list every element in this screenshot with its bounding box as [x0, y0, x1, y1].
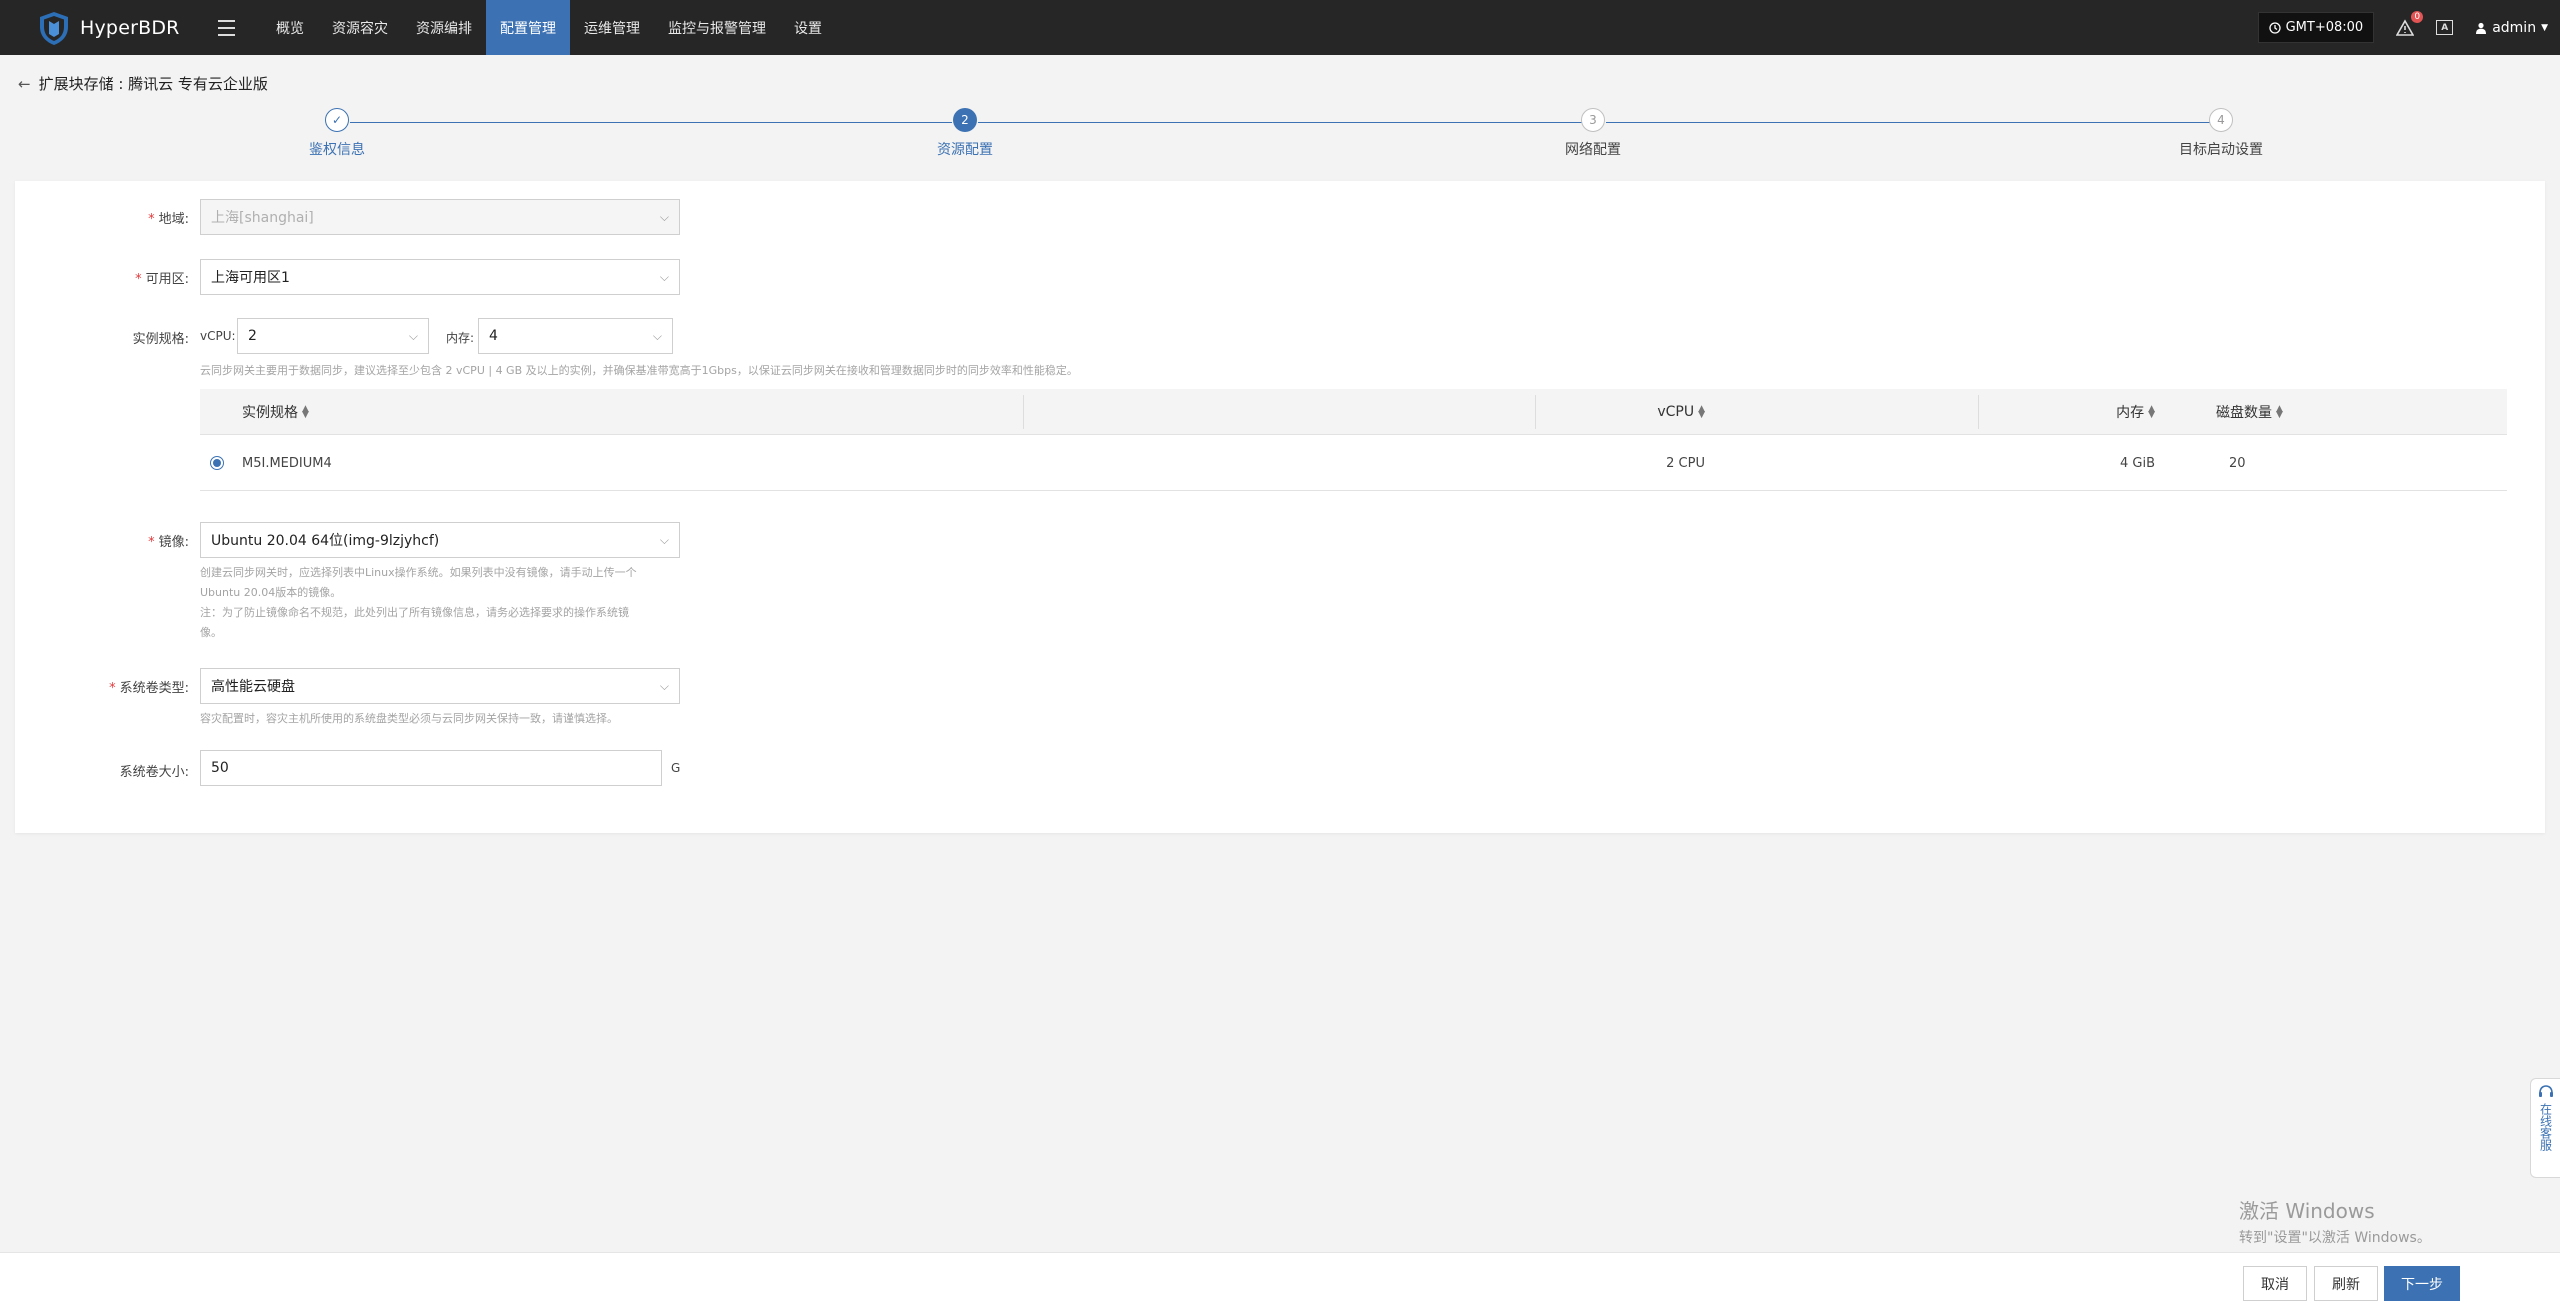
column-header-vcpu[interactable]: vCPU ▲ ▼: [1475, 389, 1705, 435]
step-connector-pending: [1606, 122, 2210, 123]
zone-label: * 可用区:: [135, 272, 189, 287]
wizard-steps: ✓ 鉴权信息 2 资源配置 3 网络配置 4 目标启动设置: [0, 108, 2560, 168]
row-radio[interactable]: [210, 456, 224, 470]
alerts-button[interactable]: 0: [2395, 10, 2424, 37]
step-label: 目标启动设置: [2179, 142, 2263, 158]
cell-spec: M5I.MEDIUM4: [242, 455, 332, 471]
step-number: 3: [1581, 108, 1605, 132]
main-nav: 概览 资源容灾 资源编排 配置管理 运维管理 监控与报警管理 设置: [262, 0, 836, 55]
clock-icon: [2268, 21, 2281, 34]
step-label: 鉴权信息: [309, 142, 365, 158]
page-title: 扩展块存储 : 腾讯云 专有云企业版: [38, 75, 268, 93]
disk-size-unit: G: [671, 761, 681, 775]
vcpu-value: 2: [248, 328, 257, 344]
disk-type-select[interactable]: 高性能云硬盘 ⌵: [200, 668, 680, 704]
timezone-button[interactable]: GMT+08:00: [2257, 12, 2375, 43]
image-select[interactable]: Ubuntu 20.04 64位(img-9lzjyhcf) ⌵: [200, 522, 680, 558]
nav-item-overview[interactable]: 概览: [262, 0, 318, 55]
chevron-down-icon: ⌵: [659, 210, 669, 224]
breadcrumb: ← 扩展块存储 : 腾讯云 专有云企业版: [18, 73, 268, 94]
nav-item-monitoring-alerts[interactable]: 监控与报警管理: [654, 0, 780, 55]
disk-type-value: 高性能云硬盘: [211, 679, 295, 695]
shield-logo-icon: [40, 11, 68, 45]
step-connector-active: [978, 122, 1582, 123]
nav-item-resource-dr[interactable]: 资源容灾: [318, 0, 402, 55]
online-support-tab[interactable]: 在线客服: [2530, 1078, 2560, 1178]
nav-item-ops-management[interactable]: 运维管理: [570, 0, 654, 55]
menu-toggle-icon[interactable]: [218, 13, 248, 43]
app-name: HyperBDR: [80, 16, 180, 39]
step-connector-done: [350, 122, 952, 123]
cell-memory: 4 GiB: [2119, 455, 2155, 471]
disk-size-value: 50: [211, 760, 229, 776]
step-label: 网络配置: [1565, 142, 1621, 158]
disk-size-input[interactable]: 50: [200, 750, 662, 786]
chevron-down-icon: ⌵: [652, 329, 662, 343]
column-header-memory[interactable]: 内存 ▲ ▼: [1920, 389, 2155, 435]
top-navbar: HyperBDR 概览 资源容灾 资源编排 配置管理 运维管理 监控与报警管理 …: [0, 0, 2560, 55]
nav-item-resource-orchestration[interactable]: 资源编排: [402, 0, 486, 55]
user-menu[interactable]: admin ▼: [2475, 20, 2548, 36]
spec-label: 实例规格:: [132, 332, 189, 347]
step-auth-info: ✓ 鉴权信息: [237, 108, 437, 159]
nav-item-settings[interactable]: 设置: [780, 0, 836, 55]
next-step-button[interactable]: 下一步: [2384, 1266, 2460, 1301]
chevron-down-icon: ⌵: [659, 679, 669, 693]
disk-size-label: 系统卷大小:: [119, 765, 189, 780]
windows-activation-watermark: 激活 Windows 转到"设置"以激活 Windows。: [2239, 1199, 2431, 1246]
user-icon: [2476, 22, 2487, 34]
step-target-boot: 4 目标启动设置: [2121, 108, 2321, 159]
back-arrow-icon[interactable]: ←: [18, 75, 31, 93]
step-network-config: 3 网络配置: [1493, 108, 1693, 159]
sort-icon: ▲ ▼: [2148, 404, 2155, 420]
vcpu-label: vCPU:: [200, 329, 236, 343]
image-label: * 镜像:: [148, 535, 189, 550]
nav-item-config-management[interactable]: 配置管理: [486, 0, 570, 55]
disk-type-hint: 容灾配置时，容灾主机所使用的系统盘类型必须与云同步网关保持一致，请谨慎选择。: [200, 712, 618, 725]
cancel-button[interactable]: 取消: [2243, 1266, 2307, 1301]
step-resource-config: 2 资源配置: [865, 108, 1065, 159]
sort-icon: ▲ ▼: [1698, 404, 1705, 420]
spec-hint: 云同步网关主要用于数据同步，建议选择至少包含 2 vCPU | 4 GB 及以上…: [200, 364, 1078, 377]
cell-disks: 20: [2229, 455, 2246, 471]
alert-count-badge: 0: [2411, 10, 2424, 23]
column-header-spec[interactable]: 实例规格 ▲ ▼: [242, 389, 309, 435]
caret-down-icon: ▼: [2541, 22, 2548, 33]
footer-actions: 取消 刷新 下一步: [0, 1252, 2560, 1311]
memory-select[interactable]: 4 ⌵: [478, 318, 673, 354]
table-row[interactable]: M5I.MEDIUM4 2 CPU 4 GiB 20: [200, 435, 2507, 491]
chevron-down-icon: ⌵: [659, 270, 669, 284]
cell-vcpu: 2 CPU: [1666, 455, 1705, 471]
disk-type-label: * 系统卷类型:: [109, 681, 189, 696]
memory-value: 4: [489, 328, 498, 344]
chevron-down-icon: ⌵: [659, 533, 669, 547]
app-logo[interactable]: HyperBDR: [36, 10, 186, 46]
sort-icon: ▲ ▼: [2276, 404, 2283, 420]
resource-config-form: * 地域: 上海[shanghai] ⌵ * 可用区: 上海可用区1 ⌵ 实例规格:…: [15, 181, 2545, 833]
username: admin: [2492, 19, 2537, 36]
step-number: 2: [953, 108, 977, 132]
online-support-label: 在线客服: [2538, 1103, 2553, 1151]
spec-table-header: 实例规格 ▲ ▼ vCPU ▲ ▼ 内存 ▲ ▼ 磁盘数量 ▲ ▼: [200, 389, 2507, 435]
region-label: * 地域:: [148, 212, 189, 227]
zone-value: 上海可用区1: [211, 270, 290, 286]
memory-label: 内存:: [446, 331, 475, 345]
vcpu-select[interactable]: 2 ⌵: [237, 318, 429, 354]
font-size-icon[interactable]: A: [2436, 20, 2454, 35]
step-number: 4: [2209, 108, 2233, 132]
column-header-disks[interactable]: 磁盘数量 ▲ ▼: [2216, 389, 2283, 435]
timezone-label: GMT+08:00: [2285, 20, 2364, 35]
zone-select[interactable]: 上海可用区1 ⌵: [200, 259, 680, 295]
region-select: 上海[shanghai] ⌵: [200, 199, 680, 235]
alert-triangle-icon: [2395, 18, 2415, 36]
chevron-down-icon: ⌵: [408, 329, 418, 343]
region-value: 上海[shanghai]: [211, 210, 314, 226]
step-label: 资源配置: [937, 142, 993, 158]
step-check-icon: ✓: [325, 108, 349, 132]
refresh-button[interactable]: 刷新: [2314, 1266, 2378, 1301]
headset-icon: [2538, 1085, 2553, 1097]
image-hint: 创建云同步网关时，应选择列表中Linux操作系统。如果列表中没有镜像，请手动上传…: [200, 566, 637, 639]
image-value: Ubuntu 20.04 64位(img-9lzjyhcf): [211, 533, 440, 549]
sort-icon: ▲ ▼: [302, 404, 309, 420]
